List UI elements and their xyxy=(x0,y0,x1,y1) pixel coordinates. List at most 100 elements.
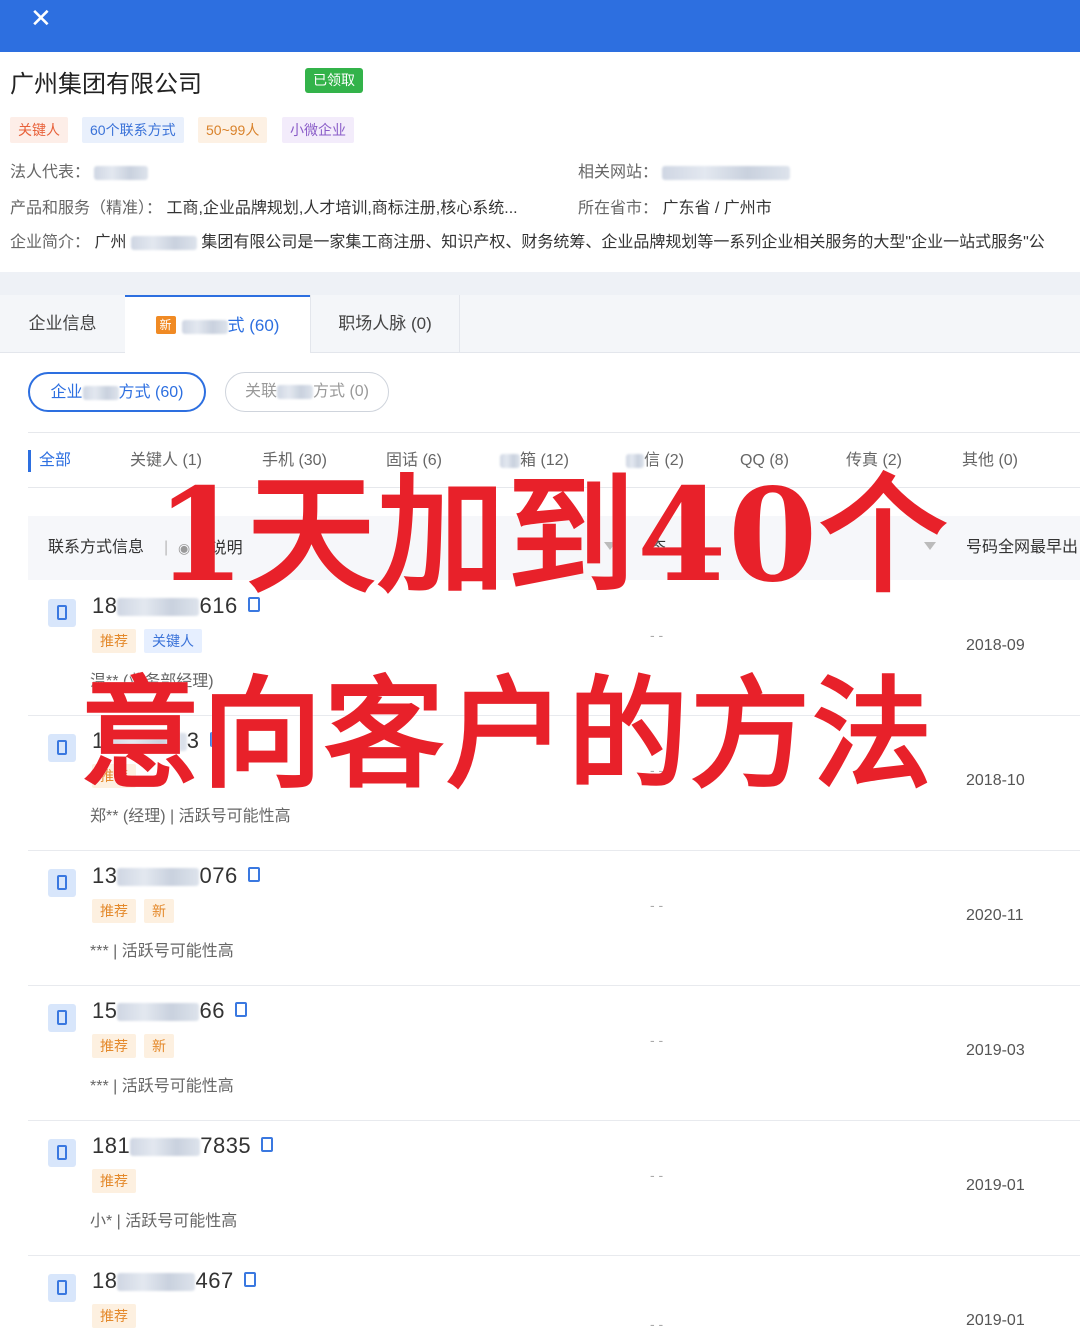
table-row[interactable]: 181 7835 推荐 小* | 活跃号可能性高 - - 2019-01 xyxy=(28,1121,1080,1256)
intro-redacted xyxy=(130,235,197,250)
first-seen-date: 2019-01 xyxy=(966,1312,1025,1329)
products-value: 工商,企业品牌规划,人才培训,商标注册,核心系统... xyxy=(166,200,518,217)
col-first-seen: 号码全网最早出 xyxy=(966,539,1079,556)
status-value: - - xyxy=(650,1316,664,1332)
pill-related-redacted xyxy=(277,384,313,399)
pill-related-suffix: 方式 (0) xyxy=(313,383,370,400)
phone-prefix: 15 xyxy=(92,998,118,1023)
contact-desc: 郑** (经理) | 活跃号可能性高 xyxy=(90,808,291,825)
status-value: - - xyxy=(650,627,664,643)
overlay-headline-line2: 意向客户的方法 xyxy=(80,664,934,805)
phone-number: 15 66 xyxy=(92,998,247,1024)
claimed-badge: 已领取 xyxy=(305,68,363,93)
phone-prefix: 18 xyxy=(92,1268,118,1293)
company-name: 广州集团有限公司 xyxy=(10,71,202,98)
filter-all[interactable]: 全部 xyxy=(28,450,71,472)
phone-icon xyxy=(48,1004,76,1032)
phone-icon xyxy=(48,599,76,627)
intro-value: 集团有限公司是一家集工商注册、知识产权、财务统筹、企业品牌规划等一系列企业相关服… xyxy=(201,234,1045,251)
filter-other[interactable]: 其他 (0) xyxy=(962,433,1018,489)
first-seen-date: 2019-01 xyxy=(966,1177,1025,1194)
tab-company-info[interactable]: 企业信息 xyxy=(0,295,125,353)
region-label: 所在省市： xyxy=(578,200,659,217)
table-row[interactable]: 15 66 推荐 新 *** | 活跃号可能性高 - - 2019-03 xyxy=(28,986,1080,1121)
table-row[interactable]: 18 467 推荐 - - 2019-01 xyxy=(28,1256,1080,1333)
status-value: - - xyxy=(650,1032,664,1048)
first-seen-date: 2018-10 xyxy=(966,772,1025,789)
first-seen-date: 2020-11 xyxy=(966,907,1024,924)
copy-icon[interactable] xyxy=(261,1136,274,1152)
company-title: 广州集团有限公司 xyxy=(10,64,202,99)
tab-contacts-label: 式 (60) xyxy=(227,316,280,335)
phone-redacted xyxy=(117,1273,196,1292)
pill-company-redacted xyxy=(82,385,119,400)
tag-new: 新 xyxy=(144,899,174,923)
phone-icon xyxy=(48,1139,76,1167)
phone-suffix: 467 xyxy=(195,1268,234,1293)
products-label: 产品和服务（精准）： xyxy=(10,200,163,217)
tag-key-person: 关键人 xyxy=(144,629,202,653)
tag-recommended: 推荐 xyxy=(92,1169,136,1193)
pill-related-prefix: 关联 xyxy=(244,383,277,400)
top-bar: ✕ xyxy=(0,0,1080,52)
status-value: - - xyxy=(650,897,664,913)
copy-icon[interactable] xyxy=(234,1001,247,1017)
pill-related-contacts[interactable]: 关联 方式 (0) xyxy=(225,372,389,412)
pill-company-contacts[interactable]: 企业 方式 (60) xyxy=(28,372,206,412)
tab-network[interactable]: 职场人脉 (0) xyxy=(310,295,460,353)
phone-redacted xyxy=(117,868,200,887)
status-value: - - xyxy=(650,1167,664,1183)
intro-prefix: 广州 xyxy=(94,234,127,251)
tag-contacts[interactable]: 60个联系方式 xyxy=(82,117,184,143)
copy-icon[interactable] xyxy=(247,866,260,882)
contact-desc: *** | 活跃号可能性高 xyxy=(90,1078,234,1095)
phone-suffix: 66 xyxy=(199,998,225,1023)
phone-number: 181 7835 xyxy=(92,1133,274,1159)
intro-label: 企业简介： xyxy=(10,234,91,251)
legal-rep-label: 法人代表： xyxy=(10,164,91,181)
tab-contacts-redacted xyxy=(181,319,228,334)
overlay-headline-line1: 1天加到40个 xyxy=(156,461,950,611)
copy-icon[interactable] xyxy=(243,1271,256,1287)
phone-prefix: 181 xyxy=(92,1133,131,1158)
pill-company-prefix: 企业 xyxy=(50,384,83,401)
pill-company-suffix: 方式 (60) xyxy=(118,384,184,401)
tag-type: 小微企业 xyxy=(282,117,354,143)
legal-rep-value-redacted xyxy=(94,165,149,180)
phone-icon xyxy=(48,734,76,762)
tag-recommended: 推荐 xyxy=(92,629,136,653)
phone-number: 18 467 xyxy=(92,1268,256,1294)
legal-rep: 法人代表： xyxy=(10,158,149,182)
first-seen-date: 2018-09 xyxy=(966,637,1025,654)
contact-desc: 小* | 活跃号可能性高 xyxy=(90,1213,238,1230)
table-row[interactable]: 13 076 推荐 新 *** | 活跃号可能性高 - - 2020-11 xyxy=(28,851,1080,986)
website-value-redacted[interactable] xyxy=(662,165,791,180)
products: 产品和服务（精准）： 工商,企业品牌规划,人才培训,商标注册,核心系统... xyxy=(10,194,518,218)
phone-icon xyxy=(48,869,76,897)
tag-key-person: 关键人 xyxy=(10,117,68,143)
tag-size: 50~99人 xyxy=(198,117,268,143)
tag-recommended: 推荐 xyxy=(92,1034,136,1058)
website-label: 相关网站： xyxy=(578,164,659,181)
close-icon[interactable]: ✕ xyxy=(30,6,56,32)
phone-prefix: 18 xyxy=(92,593,118,618)
contact-desc: *** | 活跃号可能性高 xyxy=(90,943,234,960)
tab-contacts[interactable]: 新 式 (60) xyxy=(125,295,310,354)
phone-number: 13 076 xyxy=(92,863,260,889)
tag-recommended: 推荐 xyxy=(92,1304,136,1328)
phone-suffix: 076 xyxy=(199,863,238,888)
new-icon: 新 xyxy=(155,315,176,334)
phone-redacted xyxy=(117,1003,200,1022)
intro: 企业简介： 广州 集团有限公司是一家集工商注册、知识产权、财务统筹、企业品牌规划… xyxy=(10,228,1080,252)
region: 所在省市： 广东省 / 广州市 xyxy=(578,194,772,218)
phone-suffix: 7835 xyxy=(200,1133,252,1158)
col-contact: 联系方式信息 xyxy=(48,539,145,556)
first-seen-date: 2019-03 xyxy=(966,1042,1025,1059)
website: 相关网站： xyxy=(578,158,791,182)
phone-prefix: 13 xyxy=(92,863,118,888)
tag-recommended: 推荐 xyxy=(92,899,136,923)
phone-redacted xyxy=(130,1138,201,1157)
tab-bar: 企业信息 新 式 (60) 职场人脉 (0) xyxy=(0,295,1080,354)
tag-new: 新 xyxy=(144,1034,174,1058)
region-value: 广东省 / 广州市 xyxy=(662,200,772,217)
